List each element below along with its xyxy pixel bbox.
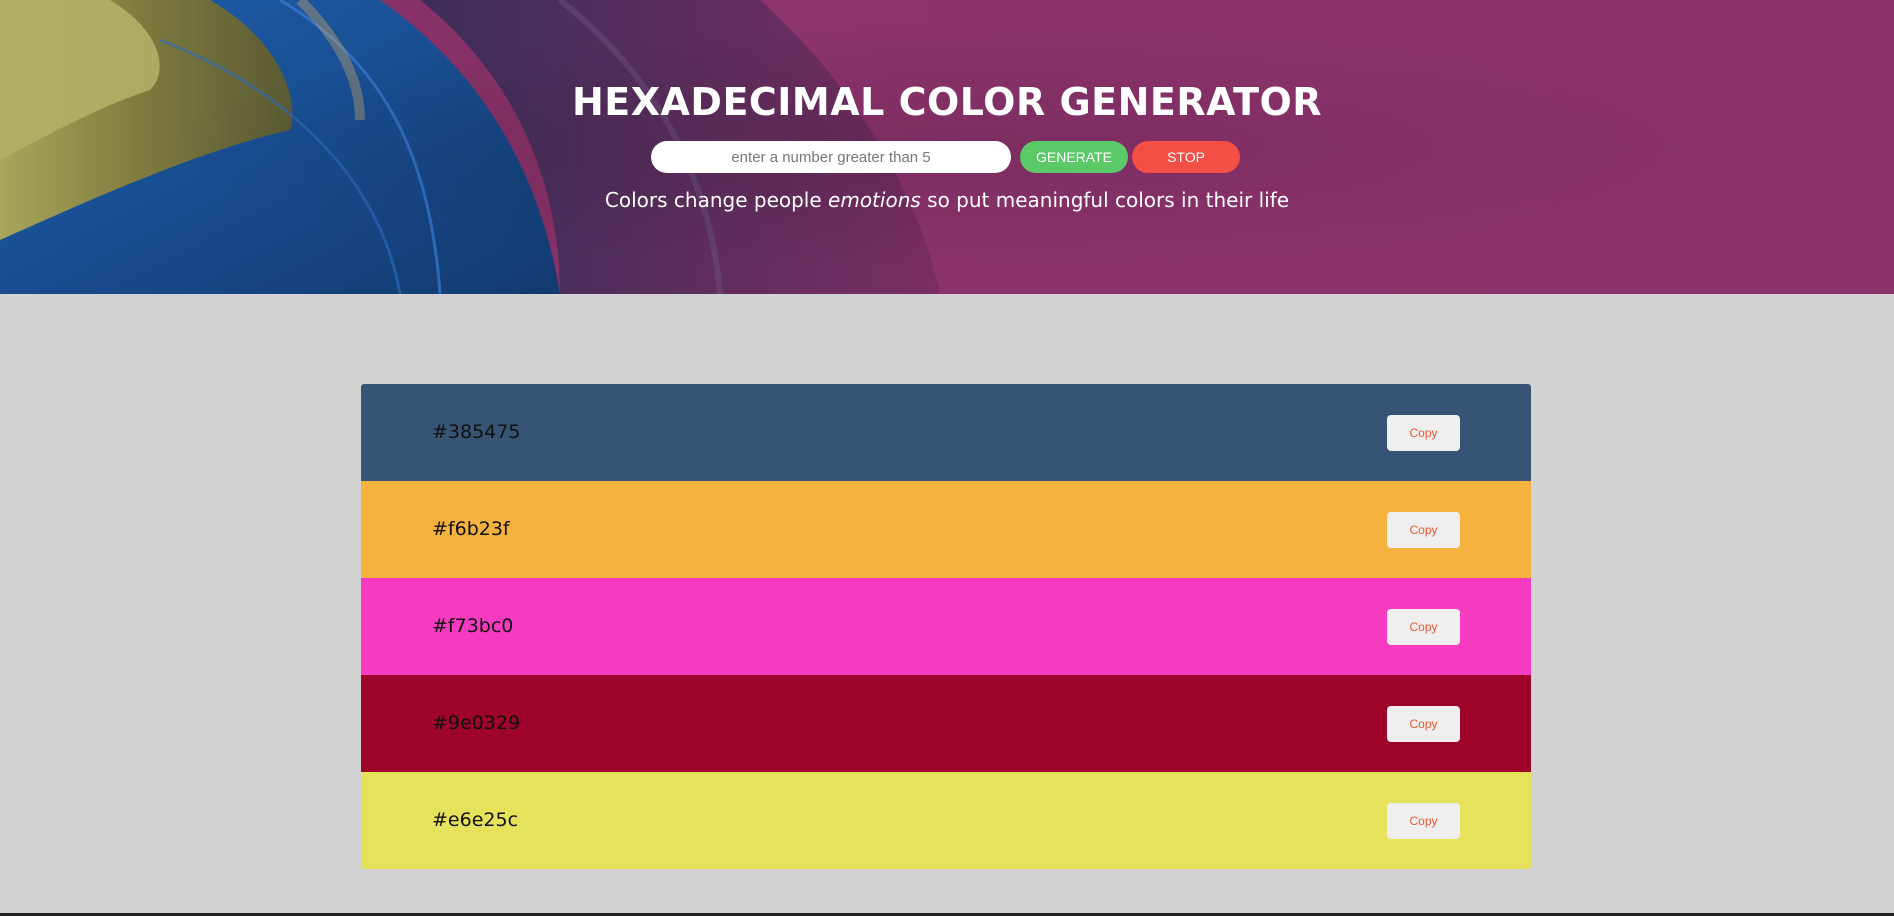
tagline-end: so put meaningful colors in their life xyxy=(920,188,1290,212)
page-title: HEXADECIMAL COLOR GENERATOR xyxy=(571,80,1323,124)
copy-button[interactable]: Copy xyxy=(1387,706,1460,742)
color-row: #f6b23f Copy xyxy=(361,481,1531,578)
tagline-start: Colors change people xyxy=(604,188,829,212)
hero-banner: HEXADECIMAL COLOR GENERATOR GENERATE STO… xyxy=(0,0,1894,294)
tagline: Colors change people emotions so put mea… xyxy=(0,188,1894,212)
generator-controls: GENERATE STOP xyxy=(0,141,1894,173)
color-hex-code: #f73bc0 xyxy=(432,615,514,637)
color-hex-code: #f6b23f xyxy=(432,518,510,540)
copy-button[interactable]: Copy xyxy=(1387,512,1460,548)
color-hex-code: #9e0329 xyxy=(432,712,521,734)
hero-content: HEXADECIMAL COLOR GENERATOR GENERATE STO… xyxy=(0,0,1894,294)
color-hex-code: #385475 xyxy=(432,421,521,443)
copy-button[interactable]: Copy xyxy=(1387,415,1460,451)
color-row: #9e0329 Copy xyxy=(361,675,1531,772)
color-list: #385475 Copy #f6b23f Copy #f73bc0 Copy #… xyxy=(361,384,1531,869)
color-row: #385475 Copy xyxy=(361,384,1531,481)
tagline-emphasis: emotions xyxy=(828,188,921,212)
copy-button[interactable]: Copy xyxy=(1387,803,1460,839)
generate-button[interactable]: GENERATE xyxy=(1020,141,1128,173)
color-count-input[interactable] xyxy=(651,141,1011,173)
color-row: #e6e25c Copy xyxy=(361,772,1531,869)
color-row: #f73bc0 Copy xyxy=(361,578,1531,675)
color-hex-code: #e6e25c xyxy=(432,809,519,831)
copy-button[interactable]: Copy xyxy=(1387,609,1460,645)
stop-button[interactable]: STOP xyxy=(1132,141,1240,173)
